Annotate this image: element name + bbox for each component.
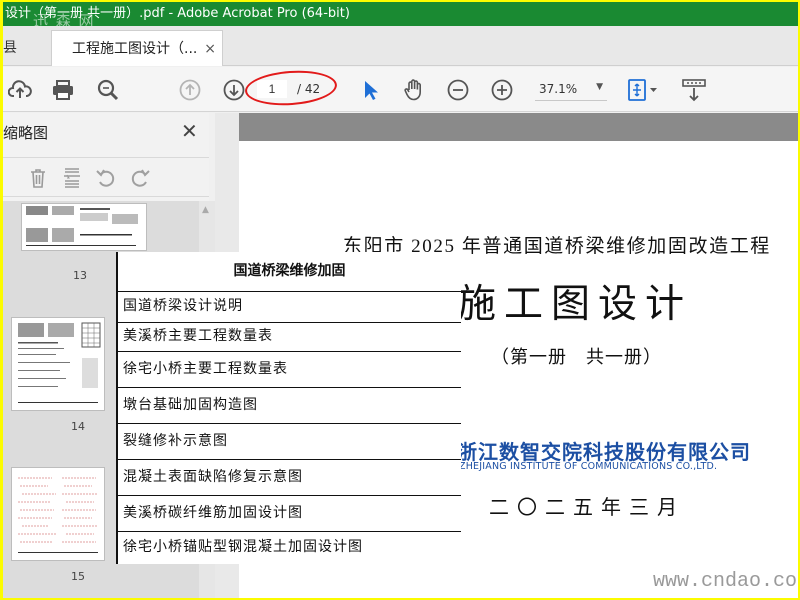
thumbnail-page-13[interactable]: [21, 203, 147, 251]
toc-item: 墩台基础加固构造图: [118, 388, 461, 424]
magnify-icon[interactable]: [93, 75, 123, 105]
highlight-oval: [243, 67, 339, 109]
toc-header: 国道桥梁维修加固: [118, 252, 461, 292]
toc-item: 裂缝修补示意图: [118, 424, 461, 460]
toc-item: 美溪桥主要工程数量表: [118, 323, 461, 352]
thumbnail-number: 14: [71, 420, 85, 433]
toc-item: 徐宅小桥锚贴型钢混凝土加固设计图: [123, 540, 363, 555]
doc-date: 二〇二五年三月: [489, 497, 685, 519]
document-top-band: [239, 113, 798, 141]
panel-toolbar: [3, 157, 209, 197]
doc-main-title: 施工图设计: [457, 283, 693, 326]
scroll-up-icon[interactable]: ▲: [202, 205, 209, 215]
watermark-bottom-right: www.cndao.com: [653, 570, 798, 593]
panel-close-icon[interactable]: ✕: [181, 119, 198, 143]
window-title-bar: 设计（第一册 共一册）.pdf - Adobe Acrobat Pro (64-…: [3, 2, 798, 26]
thumbnail-page-14[interactable]: [11, 317, 105, 411]
thumbnail-page-15[interactable]: [11, 467, 105, 561]
page-up-icon[interactable]: [175, 75, 205, 105]
delete-icon[interactable]: [25, 166, 51, 190]
chevron-down-icon: ▼: [596, 82, 603, 92]
tab-close-icon[interactable]: ×: [204, 31, 216, 67]
fit-page-icon[interactable]: [623, 75, 663, 105]
thumbnail-number: 15: [71, 570, 85, 583]
zoom-in-icon[interactable]: [487, 75, 517, 105]
tab-document[interactable]: 工程施工图设计（... ×: [51, 30, 223, 66]
print-icon[interactable]: [48, 75, 78, 105]
toc-item: 徐宅小桥主要工程数量表: [118, 352, 461, 388]
tab-bar: 县 工程施工图设计（... ×: [3, 26, 798, 66]
scroll-mode-icon[interactable]: [679, 75, 709, 105]
zoom-value: 37.1%: [539, 82, 578, 96]
panel-title: 缩略图: [3, 124, 49, 142]
upload-icon[interactable]: [5, 75, 35, 105]
zoom-select[interactable]: 37.1% ▼: [535, 79, 607, 101]
select-arrow-icon[interactable]: [355, 75, 385, 105]
extract-icon[interactable]: [59, 166, 85, 190]
main-toolbar: / 42 37.1% ▼: [3, 67, 798, 112]
toc-item: 美溪桥碳纤维筋加固设计图: [118, 496, 461, 532]
thumbnail-number: 13: [73, 269, 87, 282]
toc-item: 混凝土表面缺陷修复示意图: [118, 460, 461, 496]
hand-icon[interactable]: [399, 75, 429, 105]
undo-icon[interactable]: [93, 166, 119, 190]
tab-home[interactable]: 县: [3, 26, 51, 66]
tab-document-label: 工程施工图设计（...: [72, 41, 198, 57]
zoom-out-icon[interactable]: [443, 75, 473, 105]
doc-volume: （第一册 共一册）: [491, 347, 662, 367]
toc-item: 国道桥梁设计说明: [118, 292, 461, 323]
redo-icon[interactable]: [127, 166, 153, 190]
toc-overlay: 国道桥梁维修加固 国道桥梁设计说明 美溪桥主要工程数量表 徐宅小桥主要工程数量表…: [116, 252, 461, 564]
acrobat-window: 设计（第一册 共一册）.pdf - Adobe Acrobat Pro (64-…: [3, 2, 798, 598]
doc-company-english: ZHEJIANG INSTITUTE OF COMMUNICATIONS CO.…: [459, 461, 718, 472]
